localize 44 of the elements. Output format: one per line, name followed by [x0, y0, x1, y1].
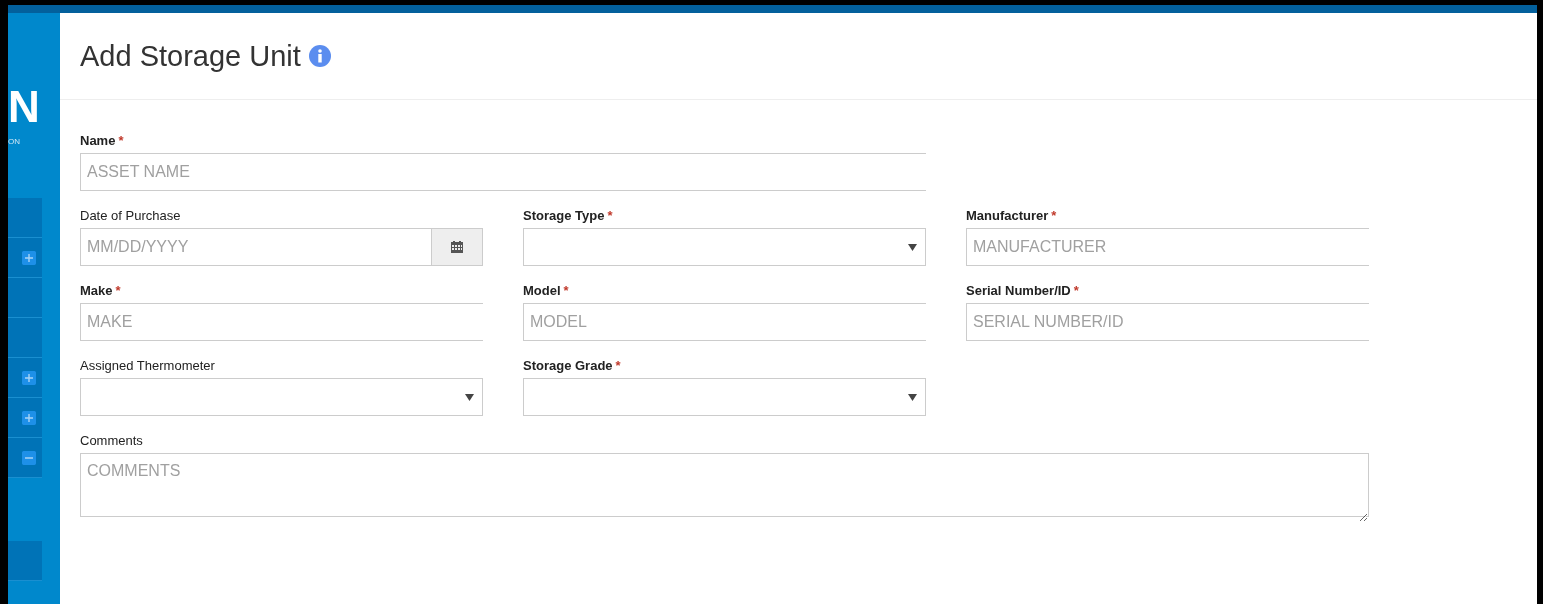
text-field[interactable]: ASSET NAME — [80, 153, 926, 191]
calendar-button[interactable] — [431, 228, 483, 266]
sidebar-item[interactable] — [8, 318, 42, 358]
sidebar-item[interactable] — [8, 438, 42, 478]
field-label: Comments — [80, 433, 143, 448]
page-title: Add Storage Unit — [80, 39, 301, 73]
field-label: Serial Number/ID — [966, 283, 1071, 298]
field-label: Storage Type — [523, 208, 605, 223]
logo-caption: ON — [8, 137, 20, 146]
caret-icon — [465, 393, 474, 401]
calendar-icon — [451, 241, 463, 253]
sidebar-item[interactable] — [8, 541, 42, 581]
caret-icon — [908, 393, 917, 401]
field-label: Assigned Thermometer — [80, 358, 215, 373]
date-field[interactable]: MM/DD/YYYY — [80, 228, 431, 266]
info-icon[interactable] — [308, 45, 331, 67]
required-asterisk: * — [1073, 283, 1079, 298]
dropdown[interactable] — [523, 228, 926, 266]
required-asterisk: * — [118, 133, 124, 148]
logo-letter: N — [8, 85, 40, 129]
dropdown[interactable] — [523, 378, 926, 416]
sidebar-item[interactable] — [8, 198, 42, 238]
caret-icon — [908, 243, 917, 251]
required-asterisk: * — [115, 283, 121, 298]
field-label: Date of Purchase — [80, 208, 181, 223]
sidebar-item[interactable] — [8, 398, 42, 438]
field-label: Storage Grade — [523, 358, 613, 373]
dropdown[interactable] — [80, 378, 483, 416]
field-label: Name — [80, 133, 116, 148]
required-asterisk: * — [1051, 208, 1057, 223]
text-field[interactable]: SERIAL NUMBER/ID — [966, 303, 1369, 341]
text-field[interactable]: MODEL — [523, 303, 926, 341]
field-label: Model — [523, 283, 561, 298]
comments-field[interactable]: COMMENTS — [81, 454, 1368, 522]
required-asterisk: * — [607, 208, 613, 223]
sidebar-item[interactable] — [8, 358, 42, 398]
field-label: Make — [80, 283, 113, 298]
required-asterisk: * — [615, 358, 621, 373]
text-field[interactable]: MAKE — [80, 303, 483, 341]
sidebar-item[interactable] — [8, 278, 42, 318]
text-field[interactable]: MANUFACTURER — [966, 228, 1369, 266]
required-asterisk: * — [563, 283, 569, 298]
field-label: Manufacturer — [966, 208, 1049, 223]
sidebar-item[interactable] — [8, 238, 42, 278]
